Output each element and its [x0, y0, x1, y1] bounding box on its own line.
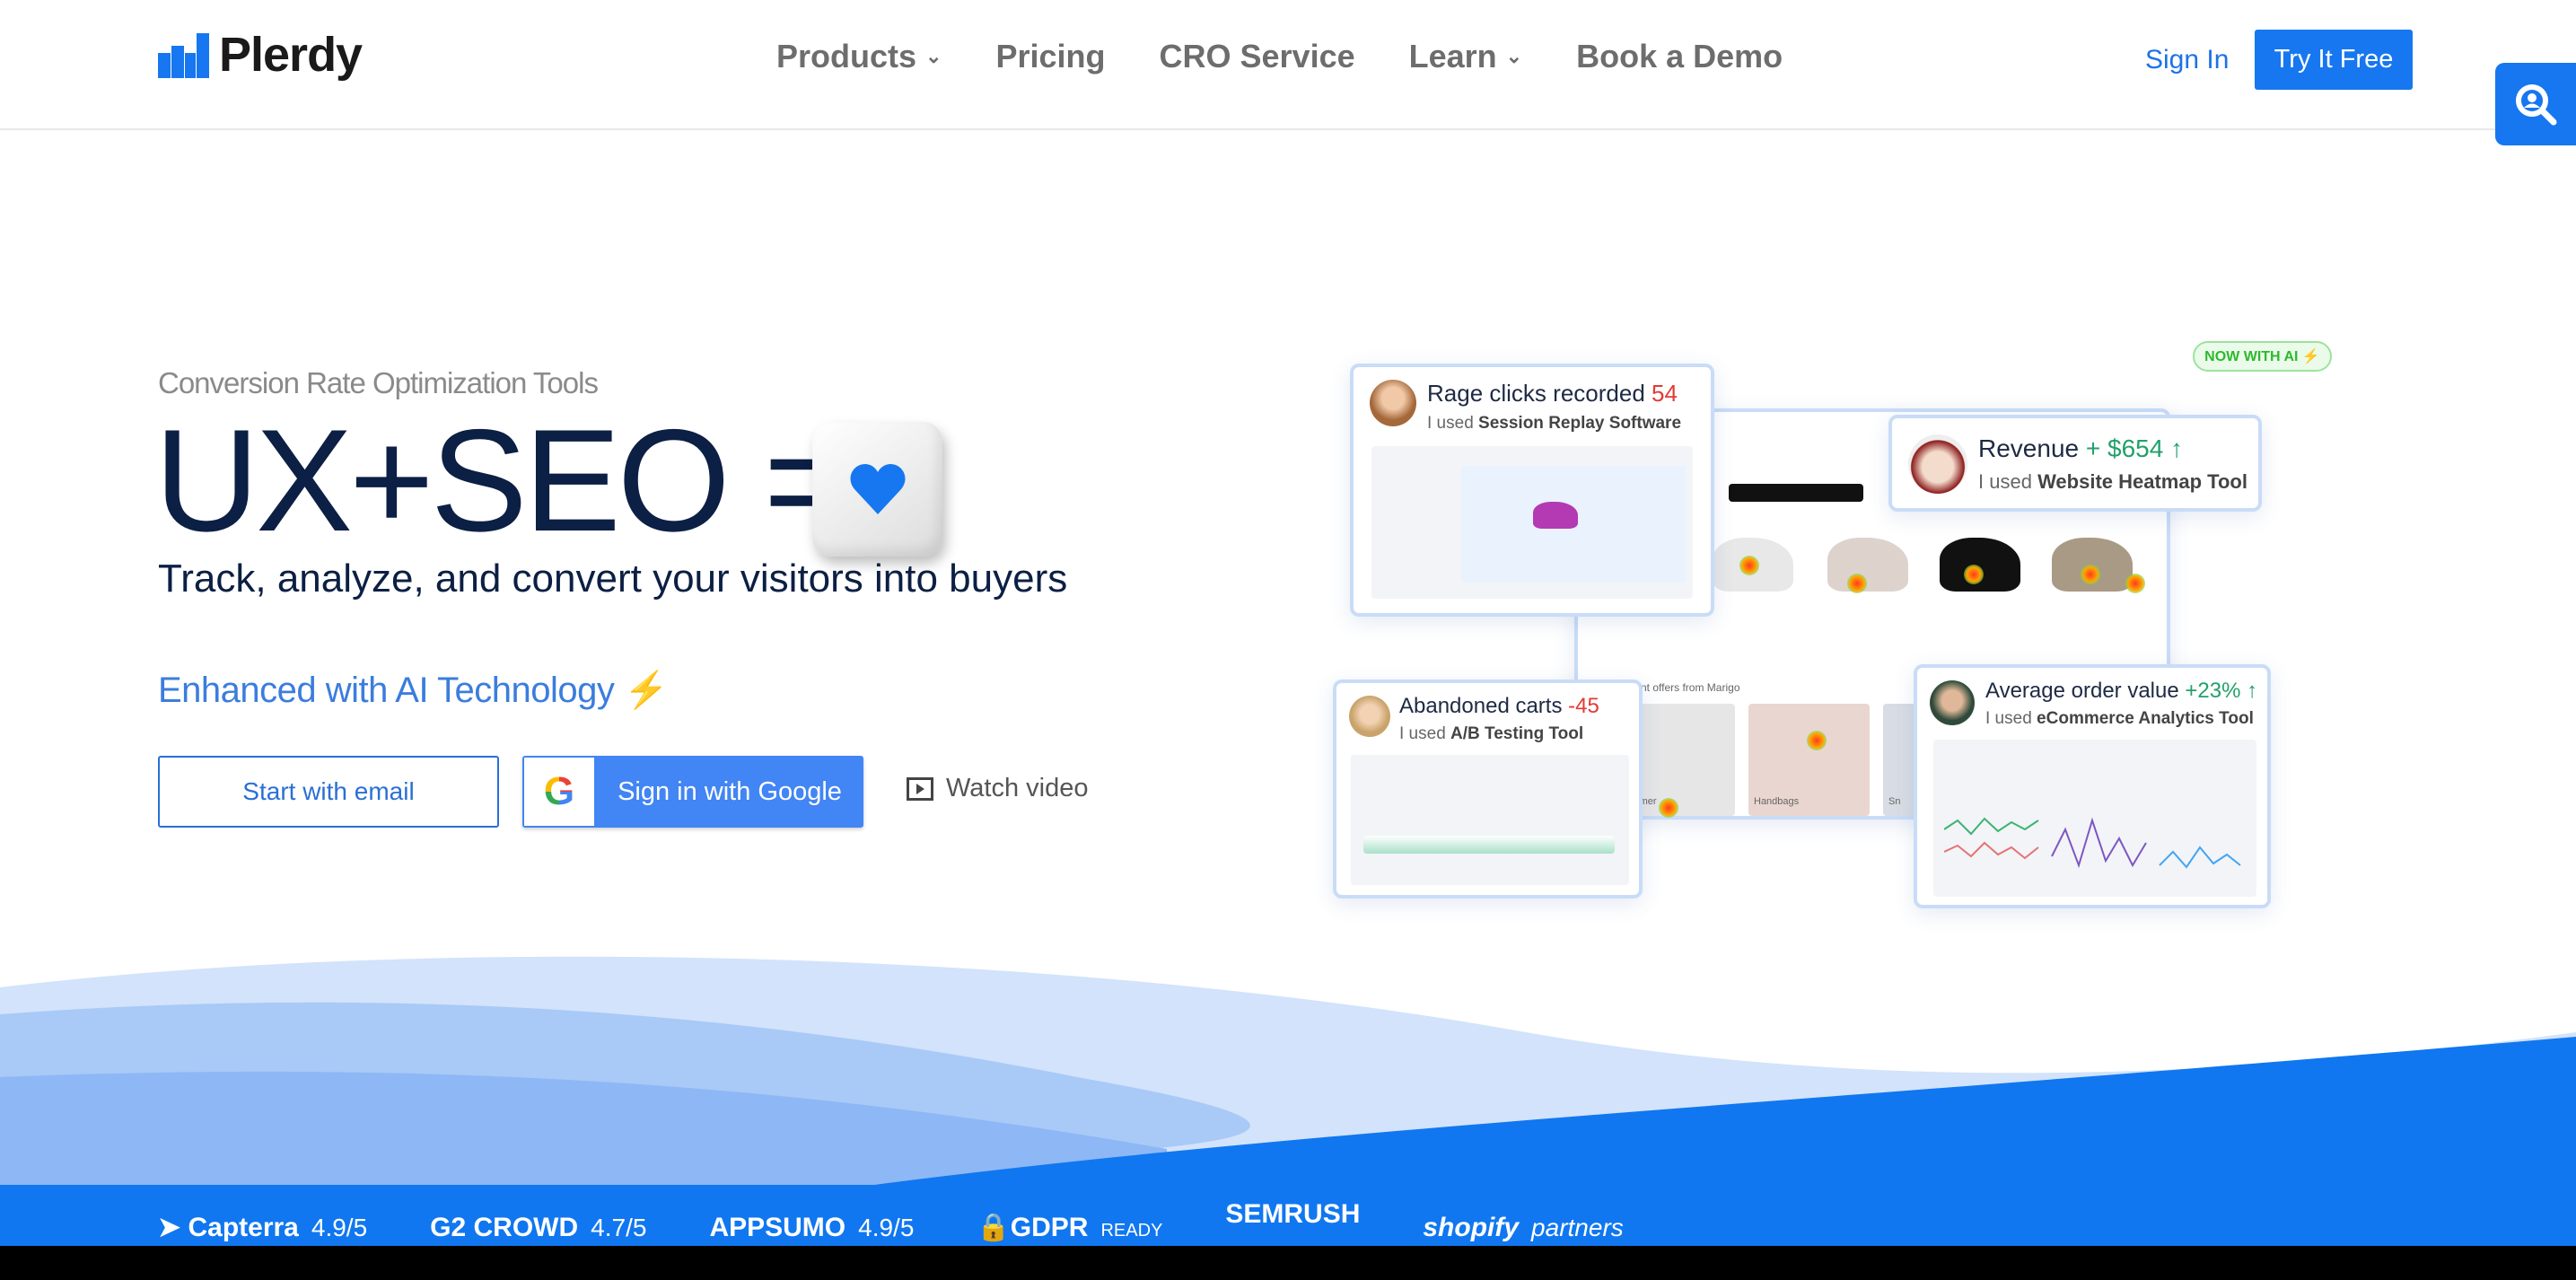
- letterbox-bar: [0, 1246, 2576, 1280]
- card-value: -45: [1568, 694, 1599, 718]
- main-nav: Products ⌄ Pricing CRO Service Learn ⌄ Boo…: [776, 38, 1783, 75]
- card-value: + $654 ↑: [2085, 434, 2184, 462]
- play-icon: [907, 776, 933, 801]
- category-label: Sn: [1888, 796, 1901, 807]
- card-prefix: I used: [1985, 709, 2032, 728]
- card-tool: eCommerce Analytics Tool: [2037, 709, 2254, 728]
- ai-enhanced-text: Enhanced with AI Technology ⚡: [158, 669, 669, 711]
- card-title: Abandoned carts: [1399, 694, 1563, 718]
- search-icon: [2516, 84, 2557, 126]
- heart-key-image: [812, 422, 942, 557]
- hero-subtitle: Conversion Rate Optimization Tools: [158, 366, 599, 399]
- card-prefix: I used: [1978, 470, 2032, 493]
- site-header: Plerdy Products ⌄ Pricing CRO Service Lea…: [0, 0, 2576, 130]
- revenue-card: Revenue + $654 ↑ I used Website Heatmap …: [1888, 415, 2262, 512]
- logo-icon: [158, 33, 209, 78]
- card-tool: A/B Testing Tool: [1450, 724, 1584, 743]
- avatar: [1930, 680, 1975, 725]
- google-label: Sign in with Google: [618, 776, 842, 806]
- average-order-value-card: Average order value +23% ↑ I used eComme…: [1914, 664, 2271, 908]
- abandoned-carts-card: Abandoned carts -45 I used A/B Testing T…: [1333, 679, 1643, 899]
- card-prefix: I used: [1427, 414, 1474, 433]
- shopify-partners-logo: shopify partners: [1423, 1212, 1624, 1242]
- analytics-mini-chart: [1944, 817, 2241, 869]
- nav-products[interactable]: Products ⌄: [776, 38, 942, 75]
- avatar: [1370, 380, 1416, 426]
- card-value: +23% ↑: [2185, 679, 2258, 703]
- google-icon: G: [524, 758, 594, 826]
- watch-video-label: Watch video: [946, 774, 1089, 802]
- card-tool: Session Replay Software: [1478, 414, 1682, 433]
- nav-learn[interactable]: Learn ⌄: [1409, 38, 1522, 75]
- nav-label: Learn: [1408, 38, 1497, 75]
- card-title: Revenue: [1978, 434, 2080, 462]
- category-label: Handbags: [1754, 796, 1800, 807]
- hero-headline: UX+SEO =: [154, 399, 848, 562]
- try-free-button[interactable]: Try It Free: [2255, 30, 2413, 90]
- nav-book-demo[interactable]: Book a Demo: [1576, 38, 1783, 75]
- card-title: Rage clicks recorded: [1427, 380, 1645, 407]
- appsumo-logo: APPSUMO 4.9/5: [709, 1212, 915, 1242]
- start-with-email-button[interactable]: Start with email: [158, 756, 499, 828]
- now-with-ai-badge: NOW WITH AI ⚡: [2193, 341, 2332, 372]
- trust-logos: ➤ Capterra 4.9/5 G2 CROWD 4.7/5 APPSUMO 4.9…: [158, 1199, 1624, 1243]
- gdpr-logo: 🔒GDPR READY: [977, 1213, 1163, 1242]
- avatar: [1349, 696, 1390, 737]
- card-tool: Website Heatmap Tool: [2037, 470, 2247, 493]
- watch-video-link[interactable]: Watch video: [907, 774, 1089, 803]
- lock-icon: 🔒: [977, 1213, 1011, 1242]
- hero-tagline: Track, analyze, and convert your visitor…: [158, 557, 1068, 601]
- sign-in-link[interactable]: Sign In: [2145, 45, 2229, 75]
- card-value: 54: [1652, 380, 1678, 407]
- lightning-icon: ⚡: [623, 671, 669, 710]
- card-title: Average order value: [1985, 679, 2179, 703]
- semrush-logo: SEMRUSH: [1225, 1198, 1361, 1229]
- nav-label: Products: [776, 38, 917, 75]
- sign-in-google-button[interactable]: G Sign in with Google: [522, 756, 863, 828]
- logo-text: Plerdy: [219, 28, 363, 82]
- nav-cro-service[interactable]: CRO Service: [1160, 38, 1355, 75]
- avatar: [1908, 434, 1967, 494]
- nav-pricing[interactable]: Pricing: [995, 38, 1105, 75]
- ai-enhanced-label: Enhanced with AI Technology: [158, 671, 615, 710]
- capterra-logo: ➤ Capterra 4.9/5: [158, 1213, 368, 1242]
- search-fab-button[interactable]: [2495, 63, 2576, 145]
- card-prefix: I used: [1399, 724, 1446, 743]
- chevron-down-icon: ⌄: [925, 45, 942, 67]
- logo[interactable]: Plerdy: [158, 27, 363, 83]
- heart-icon: [850, 464, 905, 514]
- chevron-down-icon: ⌄: [1505, 45, 1523, 67]
- g2-crowd-logo: G2 CROWD 4.7/5: [430, 1212, 647, 1242]
- rage-clicks-card: Rage clicks recorded 54 I used Session R…: [1350, 364, 1714, 617]
